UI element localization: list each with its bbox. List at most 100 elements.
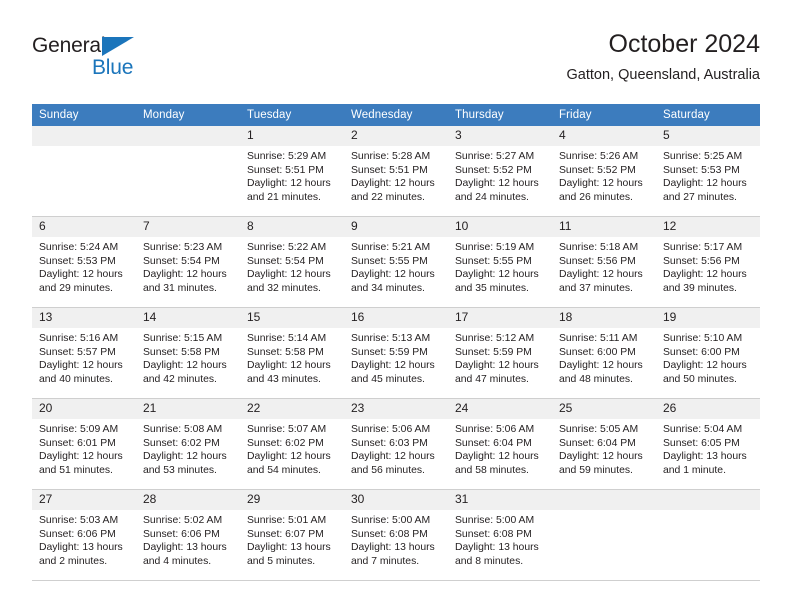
daylight-text-line1: Daylight: 12 hours (143, 360, 227, 372)
location-subtitle: Gatton, Queensland, Australia (566, 67, 760, 83)
daylight-text-line1: Daylight: 13 hours (143, 542, 227, 554)
day-number: 6 (32, 217, 136, 237)
sunrise-text: Sunrise: 5:00 AM (351, 515, 431, 526)
sunrise-text: Sunrise: 5:11 AM (559, 333, 638, 344)
day-sun-info: Sunrise: 5:02 AM Sunset: 6:06 PM Daylight:… (136, 510, 240, 568)
day-cell[interactable]: 17 Sunrise: 5:12 AM Sunset: 5:59 PM Dayligh… (448, 307, 552, 399)
day-cell[interactable]: 31 Sunrise: 5:00 AM Sunset: 6:08 PM Dayligh… (448, 489, 552, 581)
sunset-text: Sunset: 5:53 PM (39, 255, 116, 267)
sunset-text: Sunset: 5:55 PM (351, 255, 428, 267)
page-header: General Blue October 2024 Gatton, Queens… (32, 28, 760, 96)
day-number (656, 490, 760, 510)
day-cell[interactable]: 5 Sunrise: 5:25 AM Sunset: 5:53 PM Daylight… (656, 126, 760, 217)
day-cell[interactable]: 4 Sunrise: 5:26 AM Sunset: 5:52 PM Daylight… (552, 126, 656, 217)
day-number: 9 (344, 217, 448, 237)
day-cell[interactable]: 24 Sunrise: 5:06 AM Sunset: 6:04 PM Dayligh… (448, 398, 552, 490)
day-cell[interactable]: 20 Sunrise: 5:09 AM Sunset: 6:01 PM Dayligh… (32, 398, 136, 490)
day-cell[interactable]: 27 Sunrise: 5:03 AM Sunset: 6:06 PM Dayligh… (32, 489, 136, 581)
day-cell[interactable]: 28 Sunrise: 5:02 AM Sunset: 6:06 PM Dayligh… (136, 489, 240, 581)
sunset-text: Sunset: 5:58 PM (247, 346, 324, 358)
logo-text-blue: Blue (92, 56, 134, 79)
day-number: 4 (552, 126, 656, 146)
day-cell[interactable]: 2 Sunrise: 5:28 AM Sunset: 5:51 PM Daylight… (344, 126, 448, 217)
day-cell[interactable]: 25 Sunrise: 5:05 AM Sunset: 6:04 PM Dayligh… (552, 398, 656, 490)
day-sun-info: Sunrise: 5:26 AM Sunset: 5:52 PM Daylight:… (552, 146, 656, 204)
daylight-text-line2: and 48 minutes. (559, 373, 633, 385)
sunset-text: Sunset: 5:56 PM (559, 255, 636, 267)
sunrise-text: Sunrise: 5:19 AM (455, 242, 535, 253)
day-cell[interactable]: 11 Sunrise: 5:18 AM Sunset: 5:56 PM Dayligh… (552, 216, 656, 308)
daylight-text-line2: and 29 minutes. (39, 282, 113, 294)
day-sun-info: Sunrise: 5:24 AM Sunset: 5:53 PM Daylight:… (32, 237, 136, 295)
sunrise-text: Sunrise: 5:21 AM (351, 242, 431, 253)
day-sun-info: Sunrise: 5:23 AM Sunset: 5:54 PM Daylight:… (136, 237, 240, 295)
daylight-text-line2: and 34 minutes. (351, 282, 425, 294)
day-cell[interactable]: 10 Sunrise: 5:19 AM Sunset: 5:55 PM Dayligh… (448, 216, 552, 308)
day-cell[interactable]: 9 Sunrise: 5:21 AM Sunset: 5:55 PM Daylight… (344, 216, 448, 308)
daylight-text-line2: and 26 minutes. (559, 191, 633, 203)
day-number: 2 (344, 126, 448, 146)
day-cell[interactable]: 13 Sunrise: 5:16 AM Sunset: 5:57 PM Dayligh… (32, 307, 136, 399)
sunrise-text: Sunrise: 5:14 AM (247, 333, 327, 344)
day-number: 22 (240, 399, 344, 419)
daylight-text-line2: and 32 minutes. (247, 282, 321, 294)
calendar-week-row: 27 Sunrise: 5:03 AM Sunset: 6:06 PM Dayligh… (32, 489, 760, 581)
daylight-text-line2: and 39 minutes. (663, 282, 737, 294)
daylight-text-line1: Daylight: 12 hours (247, 360, 331, 372)
sunset-text: Sunset: 5:51 PM (351, 164, 428, 176)
sunset-text: Sunset: 5:54 PM (143, 255, 220, 267)
sunrise-text: Sunrise: 5:25 AM (663, 151, 743, 162)
daylight-text-line2: and 4 minutes. (143, 555, 212, 567)
day-sun-info: Sunrise: 5:17 AM Sunset: 5:56 PM Daylight:… (656, 237, 760, 295)
day-sun-info: Sunrise: 5:21 AM Sunset: 5:55 PM Daylight:… (344, 237, 448, 295)
weekday-header-friday: Friday (552, 104, 656, 126)
general-blue-logo: General Blue (32, 34, 202, 86)
sunset-text: Sunset: 6:04 PM (455, 437, 532, 449)
day-cell[interactable]: 29 Sunrise: 5:01 AM Sunset: 6:07 PM Dayligh… (240, 489, 344, 581)
day-cell[interactable]: 22 Sunrise: 5:07 AM Sunset: 6:02 PM Dayligh… (240, 398, 344, 490)
sunset-text: Sunset: 6:00 PM (559, 346, 636, 358)
day-sun-info: Sunrise: 5:13 AM Sunset: 5:59 PM Daylight:… (344, 328, 448, 386)
day-cell[interactable]: 12 Sunrise: 5:17 AM Sunset: 5:56 PM Dayligh… (656, 216, 760, 308)
day-number: 29 (240, 490, 344, 510)
daylight-text-line1: Daylight: 13 hours (39, 542, 123, 554)
day-cell[interactable]: 26 Sunrise: 5:04 AM Sunset: 6:05 PM Dayligh… (656, 398, 760, 490)
daylight-text-line2: and 27 minutes. (663, 191, 737, 203)
daylight-text-line2: and 37 minutes. (559, 282, 633, 294)
calendar-week-row: 20 Sunrise: 5:09 AM Sunset: 6:01 PM Dayligh… (32, 398, 760, 490)
weekday-header-saturday: Saturday (656, 104, 760, 126)
daylight-text-line2: and 53 minutes. (143, 464, 217, 476)
sunset-text: Sunset: 5:53 PM (663, 164, 740, 176)
day-number: 23 (344, 399, 448, 419)
day-cell[interactable]: 15 Sunrise: 5:14 AM Sunset: 5:58 PM Dayligh… (240, 307, 344, 399)
daylight-text-line1: Daylight: 12 hours (351, 269, 435, 281)
sunrise-text: Sunrise: 5:26 AM (559, 151, 639, 162)
day-cell[interactable]: 16 Sunrise: 5:13 AM Sunset: 5:59 PM Dayligh… (344, 307, 448, 399)
sunrise-text: Sunrise: 5:28 AM (351, 151, 431, 162)
day-sun-info: Sunrise: 5:00 AM Sunset: 6:08 PM Daylight:… (344, 510, 448, 568)
daylight-text-line1: Daylight: 12 hours (455, 269, 539, 281)
day-cell[interactable]: 1 Sunrise: 5:29 AM Sunset: 5:51 PM Daylight… (240, 126, 344, 217)
day-number: 26 (656, 399, 760, 419)
sunrise-text: Sunrise: 5:06 AM (455, 424, 535, 435)
day-number (552, 490, 656, 510)
calendar-page: General Blue October 2024 Gatton, Queens… (0, 0, 792, 612)
daylight-text-line1: Daylight: 13 hours (351, 542, 435, 554)
day-number: 20 (32, 399, 136, 419)
day-cell[interactable]: 30 Sunrise: 5:00 AM Sunset: 6:08 PM Dayligh… (344, 489, 448, 581)
day-sun-info: Sunrise: 5:06 AM Sunset: 6:04 PM Daylight:… (448, 419, 552, 477)
day-cell[interactable]: 18 Sunrise: 5:11 AM Sunset: 6:00 PM Dayligh… (552, 307, 656, 399)
weekday-header-sunday: Sunday (32, 104, 136, 126)
day-cell[interactable]: 21 Sunrise: 5:08 AM Sunset: 6:02 PM Dayligh… (136, 398, 240, 490)
day-cell[interactable]: 19 Sunrise: 5:10 AM Sunset: 6:00 PM Dayligh… (656, 307, 760, 399)
daylight-text-line2: and 47 minutes. (455, 373, 529, 385)
day-cell[interactable]: 23 Sunrise: 5:06 AM Sunset: 6:03 PM Dayligh… (344, 398, 448, 490)
daylight-text-line1: Daylight: 12 hours (39, 451, 123, 463)
sunrise-text: Sunrise: 5:00 AM (455, 515, 535, 526)
day-cell[interactable]: 7 Sunrise: 5:23 AM Sunset: 5:54 PM Daylight… (136, 216, 240, 308)
day-cell[interactable]: 14 Sunrise: 5:15 AM Sunset: 5:58 PM Dayligh… (136, 307, 240, 399)
day-cell[interactable]: 8 Sunrise: 5:22 AM Sunset: 5:54 PM Daylight… (240, 216, 344, 308)
day-cell[interactable]: 6 Sunrise: 5:24 AM Sunset: 5:53 PM Daylight… (32, 216, 136, 308)
sunrise-text: Sunrise: 5:02 AM (143, 515, 223, 526)
day-cell[interactable]: 3 Sunrise: 5:27 AM Sunset: 5:52 PM Daylight… (448, 126, 552, 217)
